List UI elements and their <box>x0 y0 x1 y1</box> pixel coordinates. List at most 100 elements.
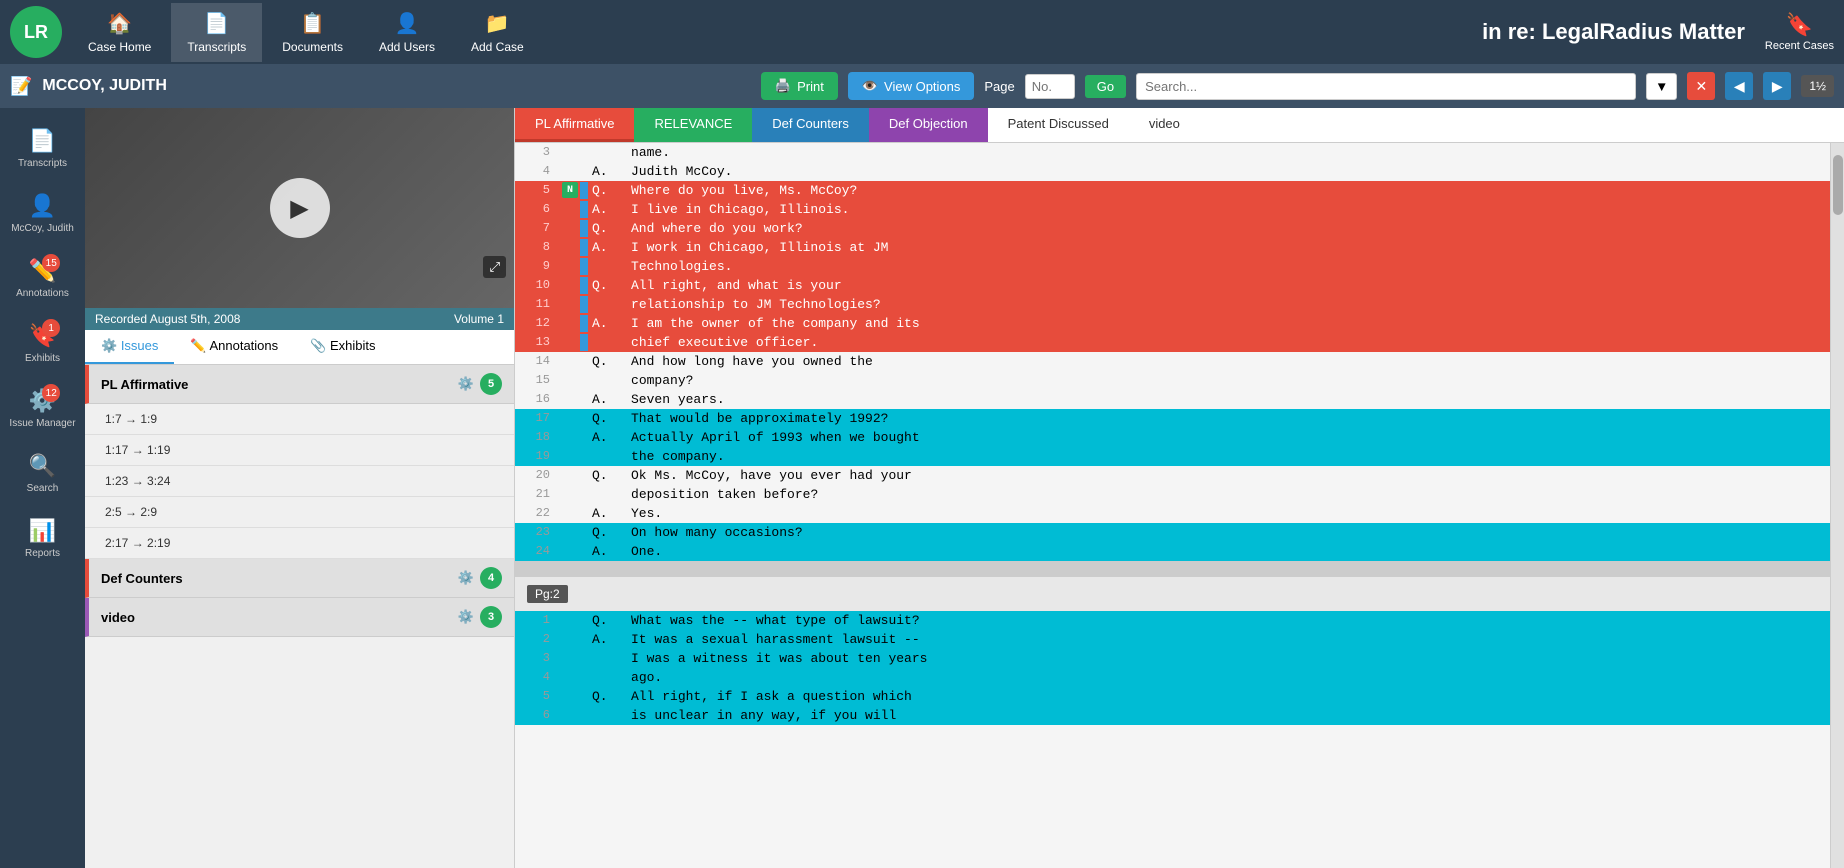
line-number: 13 <box>515 334 560 349</box>
line-number: 19 <box>515 448 560 463</box>
def-badge: 4 <box>480 567 502 589</box>
page-label: Page <box>984 79 1014 94</box>
secondary-toolbar: 📝 MCCOY, JUDITH 🖨️ Print 👁️ View Options… <box>0 64 1844 108</box>
printer-icon: 🖨️ <box>775 78 791 94</box>
video-info-bar: Recorded August 5th, 2008 Volume 1 <box>85 308 514 330</box>
recent-cases-label: Recent Cases <box>1765 40 1834 52</box>
nav-case-home[interactable]: 🏠 Case Home <box>72 3 167 62</box>
recent-cases-button[interactable]: 🔖 Recent Cases <box>1765 12 1834 52</box>
color-bar <box>580 650 588 667</box>
expand-video-button[interactable]: ⤢ <box>483 256 506 278</box>
range-1: 1:7 → 1:9 <box>105 412 157 426</box>
range-2: 1:17 → 1:19 <box>105 443 170 457</box>
def-counters-group-header[interactable]: Def Counters ⚙️ 4 <box>85 559 514 598</box>
clear-search-button[interactable]: ✕ <box>1687 72 1715 100</box>
nav-items: 🏠 Case Home 📄 Transcripts 📋 Documents 👤 … <box>72 3 1482 62</box>
next-result-button[interactable]: ▶ <box>1763 72 1791 100</box>
panel-tabs: ⚙️ Issues ✏️ Annotations 📎 Exhibits <box>85 330 514 365</box>
tab-relevance[interactable]: RELEVANCE <box>634 108 752 142</box>
panel-tab-exhibits[interactable]: 📎 Exhibits <box>294 330 391 364</box>
table-row: 6 is unclear in any way, if you will <box>515 706 1830 725</box>
list-item[interactable]: 1:23 → 3:24 <box>85 466 514 497</box>
line-number: 4 <box>515 163 560 178</box>
documents-icon: 📋 <box>300 11 325 36</box>
nav-add-case[interactable]: 📁 Add Case <box>455 3 540 62</box>
pl-affirmative-group-header[interactable]: PL Affirmative ⚙️ 5 <box>85 365 514 404</box>
list-item[interactable]: 1:17 → 1:19 <box>85 435 514 466</box>
tab-patent-discussed[interactable]: Patent Discussed <box>988 108 1129 142</box>
sidebar-item-search[interactable]: 🔍 Search <box>0 443 85 504</box>
line-text: Q. What was the -- what type of lawsuit? <box>588 612 1830 629</box>
transcripts-sidebar-label: Transcripts <box>18 158 67 169</box>
line-number: 1 <box>515 612 560 627</box>
line-text: the company. <box>588 448 1830 465</box>
panel-tab-annotations[interactable]: ✏️ Annotations <box>174 330 294 364</box>
tab-def-counters[interactable]: Def Counters <box>752 108 869 142</box>
search-sidebar-label: Search <box>27 483 59 494</box>
table-row: 22 A. Yes. <box>515 504 1830 523</box>
tab-pl-affirmative[interactable]: PL Affirmative <box>515 108 634 142</box>
sidebar-item-annotations[interactable]: ✏️ 15 Annotations <box>0 248 85 309</box>
print-button[interactable]: 🖨️ Print <box>761 72 838 100</box>
table-row: 11 relationship to JM Technologies? <box>515 295 1830 314</box>
main-layout: 📄 Transcripts 👤 McCoy, Judith ✏️ 15 Anno… <box>0 108 1844 868</box>
tab-video[interactable]: video <box>1129 108 1200 142</box>
issues-panel: ▶ ⤢ Recorded August 5th, 2008 Volume 1 ⚙… <box>85 108 515 868</box>
sidebar-item-transcripts[interactable]: 📄 Transcripts <box>0 118 85 179</box>
scrollbar-thumb[interactable] <box>1833 155 1843 215</box>
line-text: is unclear in any way, if you will <box>588 707 1830 724</box>
annotations-sidebar-label: Annotations <box>16 288 69 299</box>
left-sidebar: 📄 Transcripts 👤 McCoy, Judith ✏️ 15 Anno… <box>0 108 85 868</box>
nav-add-users[interactable]: 👤 Add Users <box>363 3 451 62</box>
page-1-section: 3 name. 4 A. Judith McCoy. <box>515 143 1830 561</box>
line-number: 10 <box>515 277 560 292</box>
nav-documents[interactable]: 📋 Documents <box>266 3 359 62</box>
sidebar-item-mccoy[interactable]: 👤 McCoy, Judith <box>0 183 85 244</box>
sidebar-item-exhibits[interactable]: 🔖 1 Exhibits <box>0 313 85 374</box>
exhibits-tab-icon: 📎 <box>310 338 326 353</box>
panel-tab-issues[interactable]: ⚙️ Issues <box>85 330 174 364</box>
video-group-header[interactable]: video ⚙️ 3 <box>85 598 514 637</box>
line-text: company? <box>588 372 1830 389</box>
table-row: 2 A. It was a sexual harassment lawsuit … <box>515 630 1830 649</box>
logo-button[interactable]: LR <box>10 6 62 58</box>
table-row: 13 chief executive officer. <box>515 333 1830 352</box>
list-item[interactable]: 2:17 → 2:19 <box>85 528 514 559</box>
nav-add-users-label: Add Users <box>379 40 435 54</box>
play-button[interactable]: ▶ <box>270 178 330 238</box>
annotation-tabs: PL Affirmative RELEVANCE Def Counters De… <box>515 108 1844 143</box>
annotations-tab-icon: ✏️ <box>190 338 206 353</box>
line-number: 20 <box>515 467 560 482</box>
nav-transcripts[interactable]: 📄 Transcripts <box>171 3 262 62</box>
list-item[interactable]: 1:7 → 1:9 <box>85 404 514 435</box>
transcript-scroll[interactable]: 3 name. 4 A. Judith McCoy. <box>515 143 1830 868</box>
page-number-input[interactable] <box>1025 74 1075 99</box>
table-row: 18 A. Actually April of 1993 when we bou… <box>515 428 1830 447</box>
table-row: 19 the company. <box>515 447 1830 466</box>
line-number: 8 <box>515 239 560 254</box>
tab-def-objection[interactable]: Def Objection <box>869 108 988 142</box>
line-number: 15 <box>515 372 560 387</box>
color-bar <box>580 467 588 484</box>
color-bar <box>580 258 588 275</box>
list-item[interactable]: 2:5 → 2:9 <box>85 497 514 528</box>
color-bar <box>580 182 588 199</box>
add-case-icon: 📁 <box>485 11 510 36</box>
color-bar <box>580 391 588 408</box>
sidebar-item-reports[interactable]: 📊 Reports <box>0 508 85 569</box>
line-number: 21 <box>515 486 560 501</box>
scrollbar[interactable] <box>1830 143 1844 868</box>
search-dropdown-button[interactable]: ▼ <box>1646 73 1677 100</box>
sidebar-item-issue-manager[interactable]: ⚙️ 12 Issue Manager <box>0 378 85 439</box>
line-text: relationship to JM Technologies? <box>588 296 1830 313</box>
search-sidebar-icon: 🔍 <box>29 453 56 479</box>
previous-result-button[interactable]: ◀ <box>1725 72 1753 100</box>
go-button[interactable]: Go <box>1085 75 1126 98</box>
transcript-area: PL Affirmative RELEVANCE Def Counters De… <box>515 108 1844 868</box>
color-bar <box>580 372 588 389</box>
view-options-button[interactable]: 👁️ View Options <box>848 72 975 100</box>
search-input[interactable] <box>1136 73 1636 100</box>
page-2-label-bar: Pg:2 <box>515 577 1830 611</box>
logo-text: LR <box>24 22 48 43</box>
line-number: 7 <box>515 220 560 235</box>
